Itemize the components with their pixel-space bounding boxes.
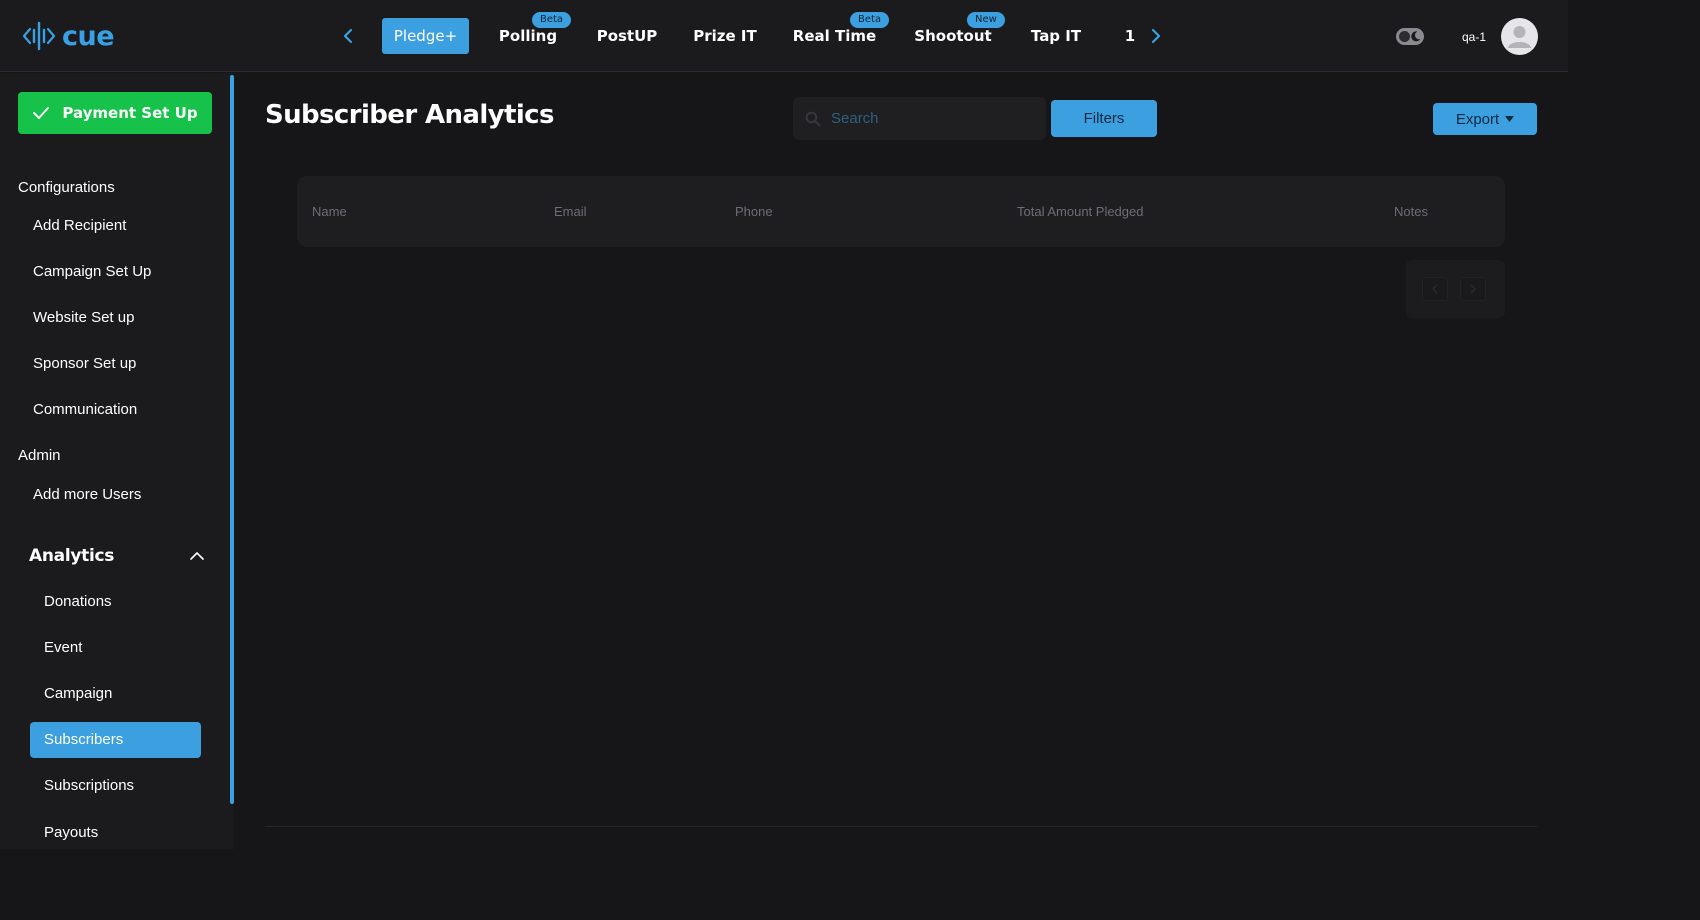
pagination xyxy=(1406,260,1505,318)
nav-prev-button[interactable] xyxy=(338,26,358,46)
filters-button[interactable]: Filters xyxy=(1051,100,1157,137)
logo-text: cue xyxy=(62,20,115,52)
column-header-phone[interactable]: Phone xyxy=(735,204,773,219)
tab-label: Tap IT xyxy=(1030,27,1082,45)
top-navbar: cue Pledge+ Beta Polling PostUP Prize IT… xyxy=(0,0,1568,72)
sidebar-item-subscribers[interactable]: Subscribers xyxy=(30,722,201,758)
column-header-name[interactable]: Name xyxy=(312,204,347,219)
sidebar-item-sponsor-setup[interactable]: Sponsor Set up xyxy=(33,355,136,372)
subscribers-table-header: Name Email Phone Total Amount Pledged No… xyxy=(297,176,1505,247)
beta-badge: Beta xyxy=(850,12,890,28)
tab-label: Shootout xyxy=(914,27,992,45)
sidebar-item-label: Subscribers xyxy=(44,731,124,748)
cue-logo[interactable]: cue xyxy=(22,20,115,52)
beta-badge: Beta xyxy=(532,12,572,28)
sidebar-item-campaign[interactable]: Campaign xyxy=(44,685,112,702)
analytics-toggle[interactable]: Analytics xyxy=(29,544,204,568)
sound-wave-icon xyxy=(22,21,56,51)
tab-prize-it[interactable]: Prize IT xyxy=(693,18,757,54)
sidebar-item-campaign-setup[interactable]: Campaign Set Up xyxy=(33,263,151,280)
column-header-email[interactable]: Email xyxy=(554,204,587,219)
content-divider xyxy=(265,826,1537,827)
tab-label: Prize IT xyxy=(693,27,757,45)
check-icon xyxy=(33,107,50,119)
tab-label: Polling xyxy=(498,27,558,45)
column-header-total-amount-pledged[interactable]: Total Amount Pledged xyxy=(1017,204,1143,219)
tab-label: PostUP xyxy=(596,27,658,45)
chevron-right-icon xyxy=(1151,28,1161,44)
chevron-left-icon xyxy=(1432,284,1438,294)
tab-1[interactable]: 1 xyxy=(1122,18,1138,54)
tab-polling[interactable]: Beta Polling xyxy=(498,12,572,54)
column-header-notes[interactable]: Notes xyxy=(1394,204,1428,219)
sidebar-item-payouts[interactable]: Payouts xyxy=(44,824,98,841)
theme-toggle[interactable] xyxy=(1396,28,1424,45)
next-page-button[interactable] xyxy=(1460,277,1486,301)
tab-postup[interactable]: PostUP xyxy=(596,18,658,54)
payment-setup-button[interactable]: Payment Set Up xyxy=(18,92,212,134)
tab-shootout[interactable]: New Shootout xyxy=(913,12,1005,54)
tab-real-time[interactable]: Beta Real Time xyxy=(792,12,890,54)
sidebar-item-event[interactable]: Event xyxy=(44,639,82,656)
new-badge: New xyxy=(967,12,1005,28)
chevron-left-icon xyxy=(343,28,353,44)
analytics-label: Analytics xyxy=(29,546,115,566)
user-avatar[interactable] xyxy=(1501,18,1538,55)
export-button[interactable]: Export xyxy=(1433,103,1537,135)
sidebar-item-add-recipient[interactable]: Add Recipient xyxy=(33,217,126,234)
search-icon xyxy=(805,111,821,126)
sidebar-item-website-setup[interactable]: Website Set up xyxy=(33,309,134,326)
tab-pledge-plus[interactable]: Pledge+ xyxy=(382,18,469,54)
section-configurations: Configurations xyxy=(18,179,115,196)
username-label: qa-1 xyxy=(1462,30,1487,44)
search-box[interactable] xyxy=(793,97,1046,140)
sidebar-scrollbar[interactable] xyxy=(230,75,234,804)
prev-page-button[interactable] xyxy=(1422,277,1448,301)
sidebar-item-add-more-users[interactable]: Add more Users xyxy=(33,486,141,503)
tab-label: 1 xyxy=(1124,27,1136,45)
payment-setup-label: Payment Set Up xyxy=(62,104,198,122)
tab-label: Pledge+ xyxy=(393,27,458,45)
page-title: Subscriber Analytics xyxy=(265,100,554,130)
user-icon xyxy=(1508,26,1531,48)
sidebar-item-subscriptions[interactable]: Subscriptions xyxy=(44,777,134,794)
tab-label: Real Time xyxy=(792,27,877,45)
nav-next-button[interactable] xyxy=(1146,26,1166,46)
section-admin: Admin xyxy=(18,447,61,464)
search-input[interactable] xyxy=(831,106,1031,131)
caret-down-icon xyxy=(1505,116,1515,122)
moon-icon xyxy=(1411,31,1421,42)
chevron-right-icon xyxy=(1470,284,1476,294)
sidebar-item-donations[interactable]: Donations xyxy=(44,593,112,610)
sidebar: Payment Set Up Configurations Add Recipi… xyxy=(0,73,234,849)
tab-tap-it[interactable]: Tap IT xyxy=(1028,18,1084,54)
export-label: Export xyxy=(1455,110,1500,128)
chevron-up-icon xyxy=(190,552,204,560)
sidebar-item-communication[interactable]: Communication xyxy=(33,401,137,418)
